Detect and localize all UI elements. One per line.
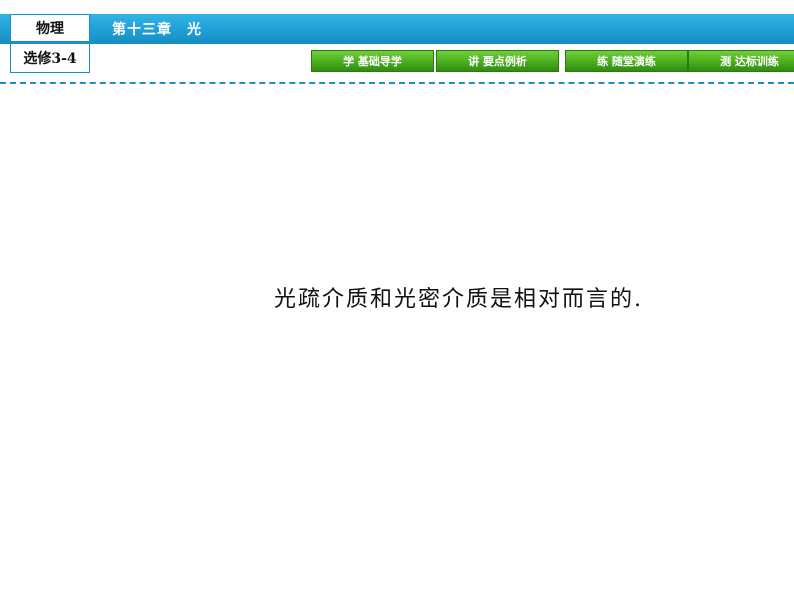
chapter-title: 第十三章 光 [112,22,202,38]
nav-button-label: 学 基础导学 [343,55,402,68]
nav-button-label: 练 随堂演练 [597,55,656,68]
slide-body-text: 光疏介质和光密介质是相对而言的. [274,287,643,312]
subject-label: 物理 [10,14,90,42]
module-text: 选修3-4 [23,51,77,67]
nav-button-label: 讲 要点例析 [468,55,527,68]
nav-button-label: 测 达标训练 [720,55,779,68]
nav-button-test[interactable]: 测 达标训练 [688,50,794,72]
nav-button-key-points[interactable]: 讲 要点例析 [436,50,559,72]
nav-button-practice[interactable]: 练 随堂演练 [565,50,688,72]
module-label: 选修3-4 [10,43,90,73]
header-divider [0,82,794,84]
nav-button-basic-study[interactable]: 学 基础导学 [311,50,434,72]
subject-text: 物理 [36,21,64,37]
